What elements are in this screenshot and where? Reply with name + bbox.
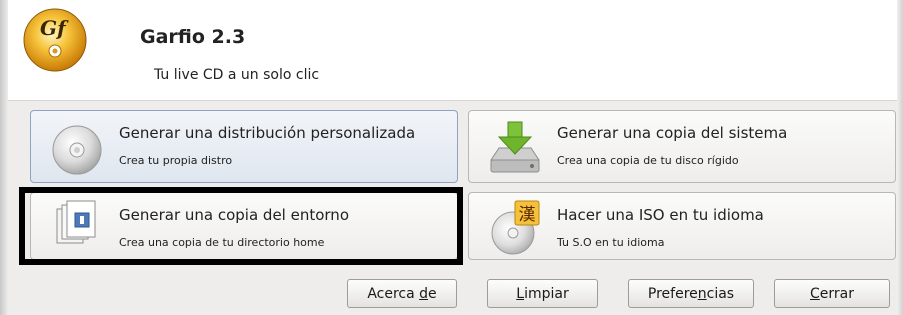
option-title: Generar una copia del sistema <box>557 124 788 142</box>
documents-stack-icon <box>56 200 96 244</box>
option-iso-language[interactable]: 漢 Hacer una ISO en tu idioma Tu S.O en t… <box>468 192 896 260</box>
option-title: Hacer una ISO en tu idioma <box>557 206 764 224</box>
option-description: Tu S.O en tu idioma <box>557 236 665 249</box>
logo-text: Gf <box>40 16 69 40</box>
language-cd-icon: 漢 <box>491 200 540 255</box>
button-label-rest: e <box>428 285 437 302</box>
app-subtitle: Tu live CD a un solo clic <box>154 67 320 83</box>
option-description: Crea una copia de tu directorio home <box>119 236 325 249</box>
mnemonic-key: C <box>810 285 820 302</box>
option-description: Crea tu propia distro <box>119 154 233 167</box>
kanji-glyph: 漢 <box>519 205 536 225</box>
hard-drive-download-icon <box>490 121 540 173</box>
window-edge-right <box>897 0 903 315</box>
cd-disc-icon <box>52 125 102 175</box>
button-label: Acerca <box>367 285 420 302</box>
button-label: impiar <box>524 285 569 302</box>
garfio-logo-icon: Gf <box>23 8 87 72</box>
close-button[interactable]: Cerrar <box>774 279 890 308</box>
preferences-button[interactable]: Prefere n cias <box>628 279 754 308</box>
mnemonic-key: L <box>516 285 525 302</box>
button-label: Prefere <box>647 285 698 302</box>
option-description: Crea una copia de tu disco rígido <box>557 154 739 167</box>
button-label: errar <box>819 285 854 302</box>
option-custom-distro[interactable]: Generar una distribución personalizada C… <box>30 110 458 183</box>
main-window: Gf Garfio 2.3 Tu live CD a un solo clic … <box>0 0 903 315</box>
about-button[interactable]: Acerca de <box>347 279 457 308</box>
app-title: Garfio 2.3 <box>140 26 246 48</box>
option-system-copy[interactable]: Generar una copia del sistema Crea una c… <box>468 110 896 183</box>
mnemonic-key: d <box>419 285 429 302</box>
option-title: Generar una distribución personalizada <box>119 124 416 142</box>
option-environment-copy[interactable]: Generar una copia del entorno Crea una c… <box>30 192 458 260</box>
option-title: Generar una copia del entorno <box>119 206 349 224</box>
window-edge-left <box>0 0 8 315</box>
header: Gf Garfio 2.3 Tu live CD a un solo clic <box>8 0 897 100</box>
mnemonic-key: n <box>697 285 707 302</box>
button-label-rest: cias <box>706 285 735 302</box>
clear-button[interactable]: Limpiar <box>487 279 598 308</box>
